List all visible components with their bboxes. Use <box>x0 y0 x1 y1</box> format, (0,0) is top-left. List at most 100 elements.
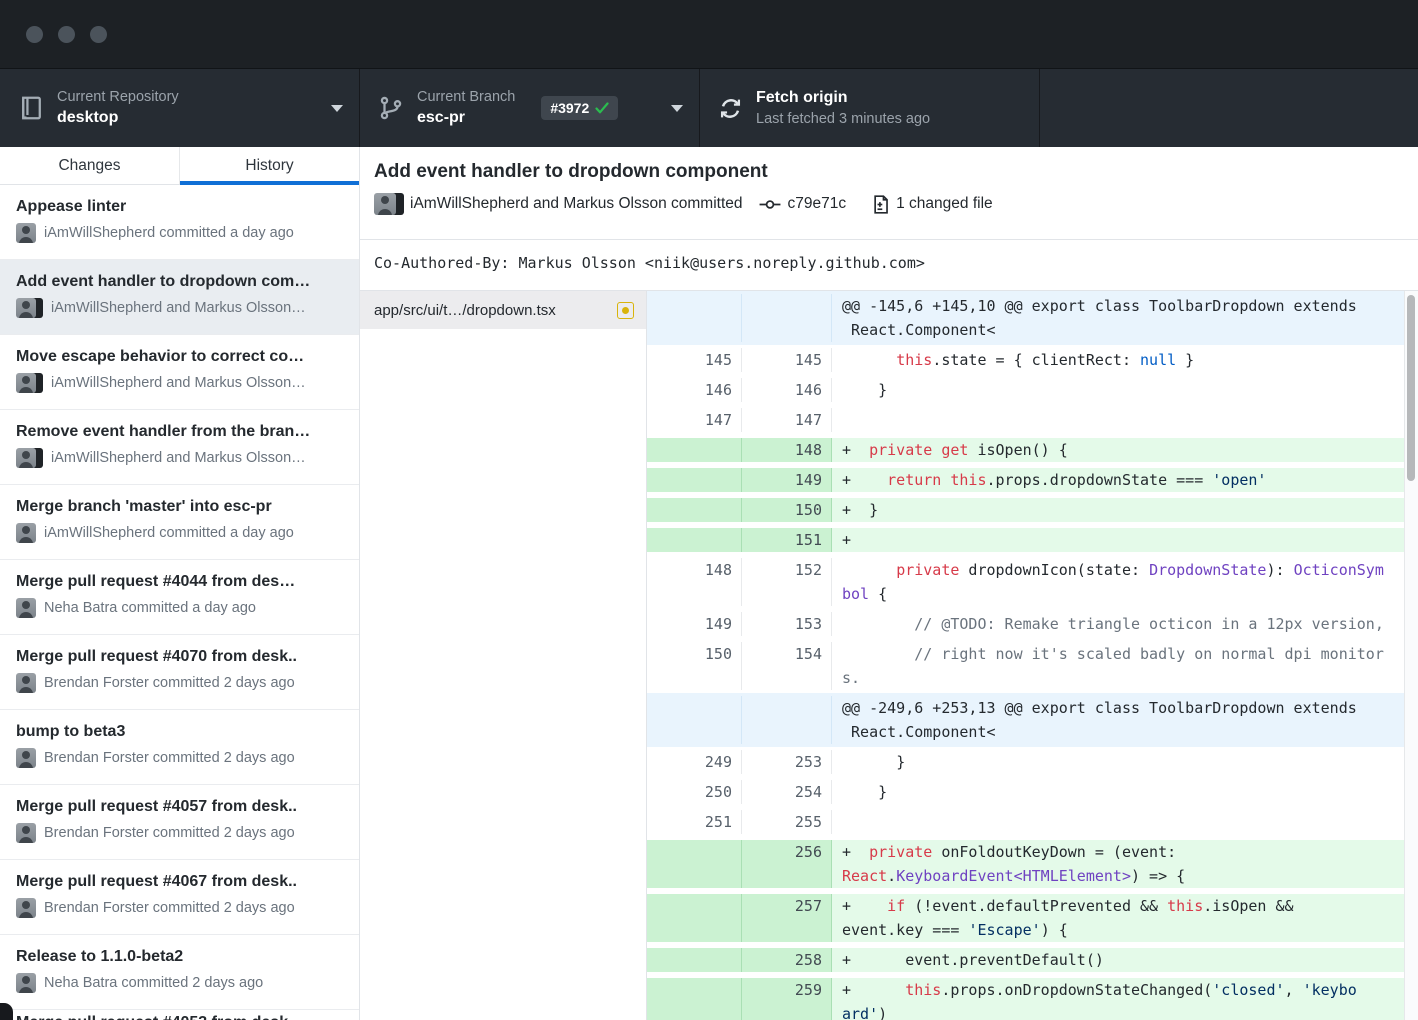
commit-list-title: Merge branch 'master' into esc-pr <box>16 498 343 516</box>
diff-line: 250254 } <box>647 777 1404 807</box>
commit-list-item[interactable]: Merge pull request #4053 from desk.. <box>0 1010 359 1020</box>
changed-files-count: 1 changed file <box>896 195 993 213</box>
avatar <box>16 223 36 243</box>
old-line-number: 250 <box>647 780 742 804</box>
commit-description: Co-Authored-By: Markus Olsson <niik@user… <box>360 240 1418 291</box>
old-line-number: 147 <box>647 408 742 432</box>
file-list-item[interactable]: app/src/ui/t…/dropdown.tsx <box>360 291 646 329</box>
tab-changes[interactable]: Changes <box>0 147 180 184</box>
old-line-number: 251 <box>647 810 742 834</box>
pr-number: #3972 <box>550 100 589 116</box>
commit-title: Add event handler to dropdown component <box>374 160 1402 184</box>
diff-content-area: app/src/ui/t…/dropdown.tsx @@ -145,6 +14… <box>360 291 1418 1020</box>
diff-code: } <box>832 750 1404 774</box>
git-branch-icon <box>378 95 404 121</box>
old-line-number <box>647 294 742 342</box>
old-line-number <box>647 696 742 744</box>
diff-hunk-header: @@ -249,6 +253,13 @@ export class Toolba… <box>647 693 1404 747</box>
commit-list-item[interactable]: Merge pull request #4070 from desk..Bren… <box>0 635 359 710</box>
commit-list-item[interactable]: Move escape behavior to correct co…iAmWi… <box>0 335 359 410</box>
commit-list-item[interactable]: Appease linteriAmWillShepherd committed … <box>0 185 359 260</box>
commit-list-meta: iAmWillShepherd and Markus Olsson… <box>16 448 343 468</box>
fetch-label: Fetch origin <box>756 88 930 108</box>
avatar <box>16 298 43 318</box>
chevron-down-icon <box>671 105 683 112</box>
fetch-origin-button[interactable]: Fetch origin Last fetched 3 minutes ago <box>700 69 1040 147</box>
avatar <box>16 973 36 993</box>
commit-list-meta: Brendan Forster committed 2 days ago <box>16 898 343 918</box>
commit-list-item[interactable]: Merge branch 'master' into esc-pr iAmWill… <box>0 485 359 560</box>
check-icon <box>595 102 609 114</box>
commit-list-title: Add event handler to dropdown com… <box>16 273 343 291</box>
commit-list-title: Remove event handler from the bran… <box>16 423 343 441</box>
commit-list-title: bump to beta3 <box>16 723 343 741</box>
commit-list-item[interactable]: Release to 1.1.0-beta2Neha Batra committ… <box>0 935 359 1010</box>
diff-code: + private onFoldoutKeyDown = (event: Rea… <box>832 840 1404 888</box>
commit-list-item[interactable]: Merge pull request #4057 from desk..Bren… <box>0 785 359 860</box>
commit-byline: iAmWillShepherd and Markus Olsson commit… <box>410 195 743 213</box>
diff-code: + private get isOpen() { <box>832 438 1404 462</box>
diff-line: 148152 private dropdownIcon(state: Dropd… <box>647 555 1404 609</box>
avatar <box>16 598 36 618</box>
new-line-number <box>742 696 832 744</box>
old-line-number: 145 <box>647 348 742 372</box>
commit-list-item[interactable]: Merge pull request #4067 from desk..Bren… <box>0 860 359 935</box>
repo-icon <box>18 95 44 121</box>
diff-code: + event.preventDefault() <box>832 948 1404 972</box>
avatar <box>16 373 43 393</box>
diff-line: 251255 <box>647 807 1404 837</box>
new-line-number: 259 <box>742 978 832 1020</box>
new-line-number: 255 <box>742 810 832 834</box>
avatar <box>16 523 36 543</box>
scrollbar-thumb[interactable] <box>1407 295 1415 481</box>
diff-code: @@ -145,6 +145,10 @@ export class Toolba… <box>832 294 1404 342</box>
avatar <box>16 823 36 843</box>
git-commit-icon <box>759 196 781 213</box>
old-line-number <box>647 840 742 888</box>
old-line-number <box>647 894 742 942</box>
commit-list-meta: Brendan Forster committed 2 days ago <box>16 748 343 768</box>
commit-list-meta: iAmWillShepherd committed a day ago <box>16 523 343 543</box>
avatar <box>16 748 36 768</box>
commit-details-panel: Add event handler to dropdown component … <box>360 147 1418 1020</box>
diff-scrollbar[interactable] <box>1404 291 1418 1020</box>
avatar <box>16 898 36 918</box>
diff-line: 150154 // right now it's scaled badly on… <box>647 639 1404 693</box>
new-line-number: 256 <box>742 840 832 888</box>
diff-code: + return this.props.dropdownState === 'o… <box>832 468 1404 492</box>
commit-list-item[interactable]: Remove event handler from the bran… iAmWi… <box>0 410 359 485</box>
new-line-number: 146 <box>742 378 832 402</box>
tab-history[interactable]: History <box>180 147 359 184</box>
window-controls <box>26 26 107 43</box>
diff-line: 145145 this.state = { clientRect: null } <box>647 345 1404 375</box>
zoom-window-button[interactable] <box>90 26 107 43</box>
diff-line: 149+ return this.props.dropdownState ===… <box>647 465 1404 495</box>
new-line-number: 151 <box>742 528 832 552</box>
diff-code: // right now it's scaled badly on normal… <box>832 642 1404 690</box>
old-line-number <box>647 948 742 972</box>
branch-picker-button[interactable]: Current Branch esc-pr #3972 <box>360 69 700 147</box>
commit-list-item[interactable]: bump to beta3 Brendan Forster committed 2… <box>0 710 359 785</box>
new-line-number: 154 <box>742 642 832 690</box>
commit-list-meta: Neha Batra committed 2 days ago <box>16 973 343 993</box>
new-line-number: 150 <box>742 498 832 522</box>
old-line-number: 148 <box>647 558 742 606</box>
commit-summary-header: Add event handler to dropdown component … <box>360 147 1418 240</box>
close-window-button[interactable] <box>26 26 43 43</box>
new-line-number <box>742 294 832 342</box>
sync-icon <box>718 96 743 121</box>
diff-line: 150+ } <box>647 495 1404 525</box>
app-body: Changes History Appease linteriAmWillShe… <box>0 147 1418 1020</box>
diff-code: } <box>832 780 1404 804</box>
diff-code: this.state = { clientRect: null } <box>832 348 1404 372</box>
diff-code: // @TODO: Remake triangle octicon in a 1… <box>832 612 1404 636</box>
commit-list-item[interactable]: Add event handler to dropdown com…iAmWil… <box>0 260 359 335</box>
modified-status-icon <box>617 302 634 319</box>
diff-line: 256+ private onFoldoutKeyDown = (event: … <box>647 837 1404 891</box>
minimize-window-button[interactable] <box>58 26 75 43</box>
commit-list-title: Appease linter <box>16 198 343 216</box>
commit-list-item[interactable]: Merge pull request #4044 from des…Neha B… <box>0 560 359 635</box>
diff-code: + this.props.onDropdownStateChanged('clo… <box>832 978 1404 1020</box>
repository-picker-button[interactable]: Current Repository desktop <box>0 69 360 147</box>
new-line-number: 149 <box>742 468 832 492</box>
